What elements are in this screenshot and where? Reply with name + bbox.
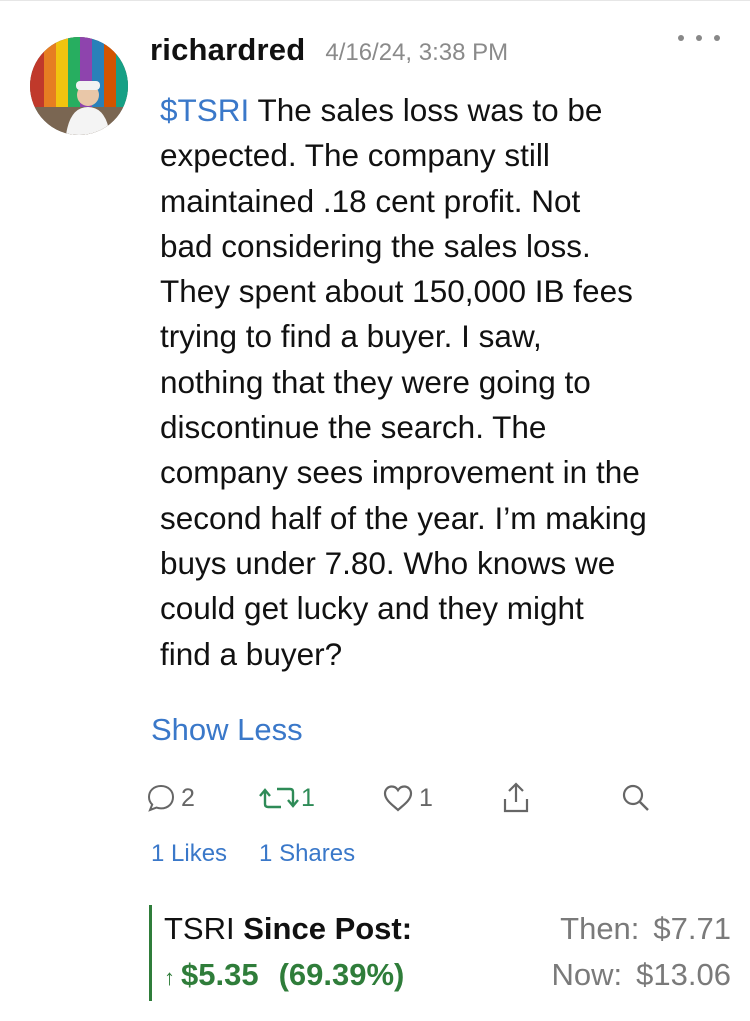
performance-label: TSRI Since Post: — [164, 911, 412, 947]
now-price-row: Now: $13.06 — [552, 957, 731, 993]
avatar[interactable] — [30, 37, 128, 135]
post-body: $TSRI The sales loss was to be expected.… — [160, 88, 730, 677]
now-price: $13.06 — [636, 957, 731, 992]
reshare-button[interactable]: 1 — [257, 778, 315, 818]
share-button[interactable] — [500, 778, 532, 818]
performance-change: ↑ $5.35 (69.39%) — [164, 957, 404, 993]
search-button[interactable] — [619, 778, 653, 818]
avatar-image — [30, 37, 128, 135]
then-price-row: Then: $7.71 — [560, 911, 731, 947]
dot — [714, 35, 720, 41]
comment-count: 2 — [181, 783, 195, 812]
post-line: find a buyer? — [160, 635, 343, 672]
post-line: could get lucky and they might — [160, 590, 584, 627]
change-percent: (69.39%) — [278, 957, 405, 992]
then-price: $7.71 — [653, 911, 731, 946]
reshare-count: 1 — [301, 783, 315, 812]
post-line: second half of the year. I’m making — [160, 499, 647, 536]
shares-count-link[interactable]: 1 Shares — [259, 840, 355, 868]
post-line: bad considering the sales loss. — [160, 227, 591, 264]
post-line: company sees improvement in the — [160, 454, 640, 491]
dot — [696, 35, 702, 41]
more-options-icon[interactable] — [678, 26, 720, 50]
post-line: They spent about 150,000 IB fees — [160, 273, 633, 310]
ticker-link[interactable]: $TSRI — [160, 92, 249, 128]
share-icon — [503, 782, 529, 813]
likes-count-link[interactable]: 1 Likes — [151, 840, 227, 868]
heart-icon — [383, 785, 413, 812]
post-line: expected. The company still — [160, 137, 550, 174]
post-header: richardred 4/16/24, 3:38 PM — [150, 32, 508, 76]
like-button[interactable]: 1 — [381, 778, 433, 818]
post-line: nothing that they were going to — [160, 363, 591, 400]
post-timestamp[interactable]: 4/16/24, 3:38 PM — [325, 39, 508, 67]
since-post-performance: TSRI Since Post: ↑ $5.35 (69.39%) Then: $… — [149, 905, 731, 1001]
post-line: trying to find a buyer. I saw, — [160, 318, 542, 355]
dot — [678, 35, 684, 41]
engagement-stats: 1 Likes 1 Shares — [151, 840, 355, 868]
action-bar: 2 1 1 — [145, 778, 705, 818]
post-line: maintained .18 cent profit. Not — [160, 182, 581, 219]
post-line-1: $TSRI The sales loss was to be — [160, 88, 730, 133]
search-icon — [622, 784, 649, 811]
comment-button[interactable]: 2 — [145, 778, 195, 818]
performance-accent-bar — [149, 905, 152, 1001]
top-divider — [0, 0, 750, 1]
since-post-label: Since Post: — [243, 911, 413, 946]
performance-symbol[interactable]: TSRI — [164, 911, 235, 946]
show-less-link[interactable]: Show Less — [151, 712, 303, 748]
up-arrow-icon: ↑ — [164, 965, 175, 990]
like-count: 1 — [419, 783, 433, 812]
change-amount: $5.35 — [181, 957, 259, 992]
post-line: buys under 7.80. Who knows we — [160, 544, 616, 581]
post-text: The sales loss was to be — [257, 92, 603, 128]
reshare-icon — [259, 787, 299, 809]
then-label: Then: — [560, 911, 640, 946]
username-link[interactable]: richardred — [150, 32, 305, 68]
post-line: discontinue the search. The — [160, 409, 547, 446]
comment-icon — [147, 784, 175, 812]
now-label: Now: — [551, 957, 623, 992]
